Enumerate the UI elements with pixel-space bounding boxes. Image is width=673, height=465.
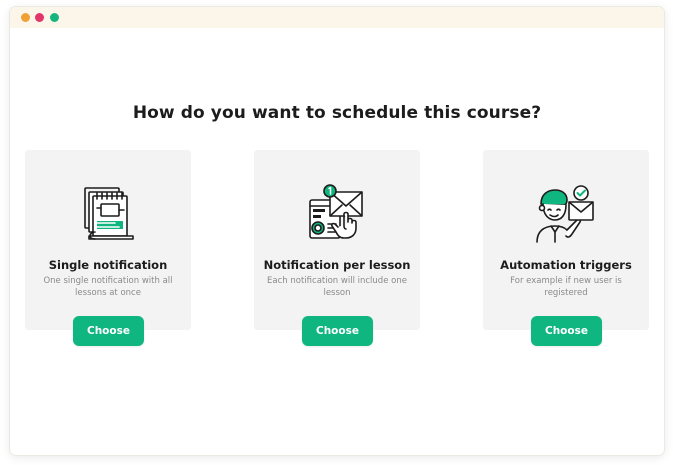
person-email-icon	[533, 178, 599, 244]
option-card-automation-triggers[interactable]: Automation triggers For example if new u…	[483, 150, 649, 330]
option-card-single-notification[interactable]: Single notification One single notificat…	[25, 150, 191, 330]
card-description: For example if new user is registered	[510, 276, 622, 298]
choose-notification-per-lesson-button[interactable]: Choose	[302, 316, 373, 346]
email-notification-icon	[304, 178, 370, 244]
option-card-notification-per-lesson[interactable]: Notification per lesson Each notificatio…	[254, 150, 420, 330]
card-description: One single notification with all lessons…	[43, 276, 173, 298]
page-title: How do you want to schedule this course?	[132, 103, 542, 123]
card-title: Notification per lesson	[263, 258, 411, 272]
close-window-dot[interactable]	[21, 13, 30, 22]
card-description: Each notification will include one lesso…	[267, 276, 407, 298]
card-title: Automation triggers	[500, 258, 632, 272]
choose-single-notification-button[interactable]: Choose	[73, 316, 144, 346]
card-title: Single notification	[48, 258, 168, 272]
maximize-window-dot[interactable]	[50, 13, 59, 22]
minimize-window-dot[interactable]	[35, 13, 44, 22]
app-window: How do you want to schedule this course?	[10, 7, 664, 455]
calendar-documents-icon	[75, 178, 141, 244]
title-bar	[10, 7, 664, 28]
choose-automation-triggers-button[interactable]: Choose	[531, 316, 602, 346]
